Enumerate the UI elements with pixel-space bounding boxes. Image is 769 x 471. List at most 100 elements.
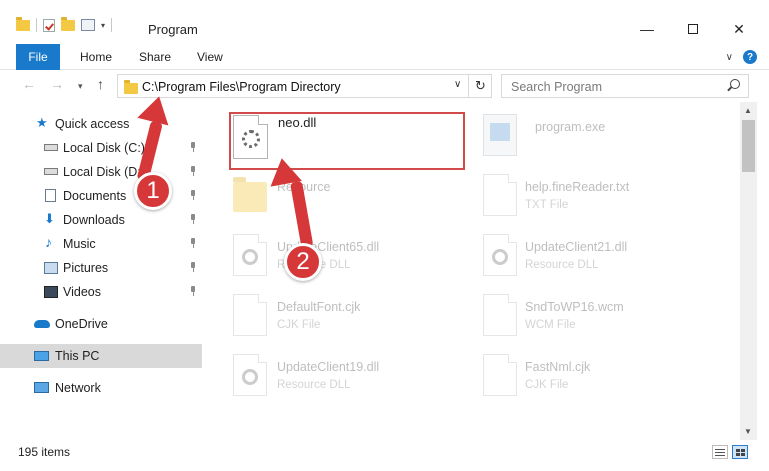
large-icons-view-icon[interactable] (732, 445, 748, 459)
tab-home[interactable]: Home (80, 44, 112, 70)
ribbon-controls: ∨ ? (726, 50, 757, 64)
sidebar-item-label: This PC (55, 349, 100, 363)
file-item-fastnml-cjk[interactable]: FastNml.cjk CJK File (483, 348, 723, 408)
pin-icon (189, 166, 197, 176)
close-button[interactable]: ✕ (716, 18, 762, 40)
search-input[interactable]: Search Program (511, 80, 602, 94)
sidebar-item-local-disk-c[interactable]: Local Disk (C:) (0, 136, 202, 160)
onedrive-icon (34, 320, 50, 328)
callout-badge-2: 2 (284, 243, 322, 281)
details-view-icon[interactable] (712, 445, 728, 459)
file-item-updateclient65-dll[interactable]: UpdateClient65.dll Resource DLL (233, 228, 473, 288)
sidebar-item-downloads[interactable]: ⬇ Downloads (0, 208, 202, 232)
file-type: TXT File (525, 199, 569, 211)
ribbon: File Home Share View ∨ ? (0, 44, 769, 70)
vertical-scrollbar[interactable]: ▲ ▼ (740, 102, 757, 440)
file-type: CJK File (525, 379, 569, 391)
up-button[interactable]: ↑ (97, 76, 104, 92)
documents-icon (45, 189, 56, 202)
gear-icon (492, 249, 508, 265)
maximize-button[interactable] (670, 18, 716, 40)
search-box[interactable]: Search Program (501, 74, 749, 98)
file-type: WCM File (525, 319, 576, 331)
file-name: program.exe (535, 120, 606, 134)
title-bar: ▾ Program — ✕ (0, 0, 769, 40)
item-count: 195 items (18, 445, 71, 459)
file-item-defaultfont-cjk[interactable]: DefaultFont.cjk CJK File (233, 288, 473, 348)
address-bar[interactable]: C:\Program Files\Program Directory ∨ ↻ (117, 74, 492, 98)
sidebar-item-pictures[interactable]: Pictures (0, 256, 202, 280)
gear-icon (242, 249, 258, 265)
callout-arrowhead-2 (265, 155, 303, 187)
address-path[interactable]: C:\Program Files\Program Directory (142, 80, 341, 94)
new-folder-icon[interactable] (61, 16, 75, 31)
callout-badge-1: 1 (134, 172, 172, 210)
status-bar: 195 items (0, 441, 769, 471)
title-separator (111, 18, 113, 32)
forward-button[interactable]: → (50, 76, 64, 92)
generic-file-icon (233, 294, 267, 336)
file-item-sndtowp16-wcm[interactable]: SndToWP16.wcm WCM File (483, 288, 723, 348)
maximize-icon (688, 24, 698, 34)
properties-check-icon[interactable] (43, 18, 55, 32)
back-button[interactable]: ← (22, 76, 36, 92)
window-title: Program (148, 22, 198, 37)
sidebar-item-label: Downloads (63, 213, 125, 227)
sidebar-item-label: Videos (63, 285, 101, 299)
file-item-updateclient21-dll[interactable]: UpdateClient21.dll Resource DLL (483, 228, 723, 288)
scroll-down-icon[interactable]: ▼ (744, 427, 752, 436)
sidebar-item-label: Quick access (55, 117, 130, 131)
minimize-button[interactable]: — (624, 18, 670, 40)
tab-file[interactable]: File (16, 44, 60, 70)
drive-icon (44, 168, 58, 175)
sidebar-item-this-pc[interactable]: This PC (0, 344, 202, 368)
file-item-updateclient19-dll[interactable]: UpdateClient19.dll Resource DLL (233, 348, 473, 408)
file-name: UpdateClient21.dll (525, 240, 628, 254)
expand-ribbon-icon[interactable]: ∨ (726, 52, 733, 63)
pin-icon (189, 214, 197, 224)
folder-icon[interactable] (16, 16, 30, 31)
neo-dll-highlight-box (229, 112, 465, 170)
customize-toolbar-caret-icon[interactable]: ▾ (101, 21, 105, 30)
properties-icon[interactable] (81, 19, 95, 31)
sidebar-item-label: OneDrive (55, 317, 108, 331)
sidebar-item-label: Music (63, 237, 96, 251)
file-item-program-exe[interactable]: program.exe (483, 108, 723, 168)
folder-icon (233, 177, 267, 212)
sidebar-item-label: Documents (63, 189, 127, 203)
scrollbar-thumb[interactable] (742, 120, 755, 172)
file-name: UpdateClient19.dll (277, 360, 380, 374)
refresh-button[interactable]: ↻ (468, 75, 492, 97)
help-icon[interactable]: ? (743, 50, 757, 64)
pin-icon (189, 262, 197, 272)
drive-icon (44, 144, 58, 151)
network-icon (34, 382, 49, 393)
sidebar-item-quick-access[interactable]: ★ Quick access (0, 112, 202, 136)
file-name: SndToWP16.wcm (525, 300, 624, 314)
sidebar-item-music[interactable]: ♪ Music (0, 232, 202, 256)
navigation-pane: ★ Quick access Local Disk (C:) Local Dis… (0, 108, 205, 438)
pin-icon (189, 190, 197, 200)
file-item-help-txt[interactable]: help.fineReader.txt TXT File (483, 168, 723, 228)
recent-locations-button[interactable]: ▾ (78, 81, 83, 92)
sidebar-item-local-disk-d[interactable]: Local Disk (D:) (0, 160, 202, 184)
address-history-caret-icon[interactable]: ∨ (454, 79, 461, 90)
sidebar-item-label: Local Disk (C:) (63, 141, 145, 155)
pin-icon (189, 286, 197, 296)
folder-icon (124, 80, 138, 94)
generic-file-icon (483, 354, 517, 396)
sidebar-item-onedrive[interactable]: OneDrive (0, 312, 202, 336)
tab-share[interactable]: Share (139, 44, 171, 70)
sidebar-item-network[interactable]: Network (0, 376, 202, 400)
scroll-up-icon[interactable]: ▲ (744, 106, 752, 115)
sidebar-item-videos[interactable]: Videos (0, 280, 202, 304)
sidebar-item-label: Pictures (63, 261, 109, 275)
gear-icon (242, 369, 258, 385)
tab-view[interactable]: View (197, 44, 223, 70)
generic-file-icon (483, 294, 517, 336)
toolbar-separator (36, 18, 37, 32)
dll-file-icon (233, 234, 267, 276)
pin-icon (189, 238, 197, 248)
file-name: DefaultFont.cjk (277, 300, 361, 314)
search-icon[interactable] (730, 79, 740, 89)
